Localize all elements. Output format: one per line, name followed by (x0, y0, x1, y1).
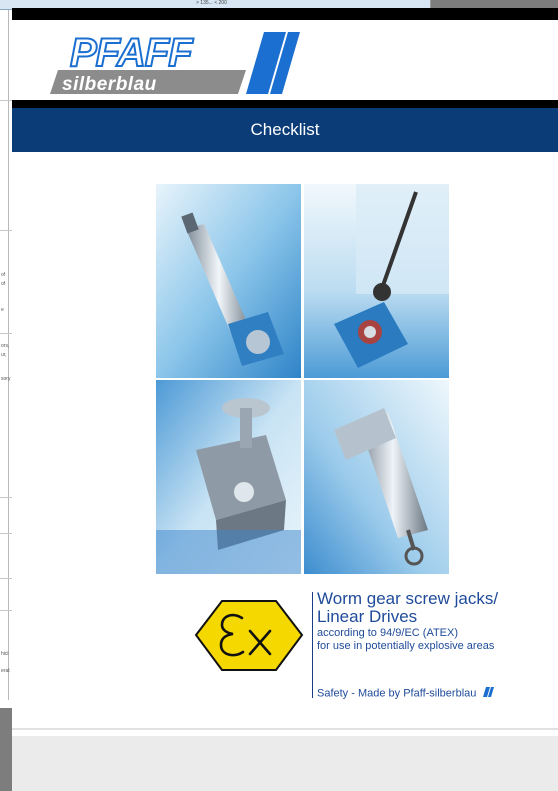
tagline-row: Safety - Made by Pfaff-silberblau (317, 687, 495, 700)
product-standard: according to 94/9/EC (ATEX) (317, 627, 459, 639)
photo-gearbox-flange (156, 380, 301, 574)
brochure-page: PFAFF silberblau Checklist Worm gear scr… (12, 8, 558, 791)
background-header-text: > 135... < 200 (196, 0, 227, 6)
title-band: Checklist (12, 108, 558, 152)
background-fragment: of (1, 281, 6, 287)
atex-ex-icon (194, 598, 304, 673)
background-fragment: ors, (1, 343, 10, 349)
photo-linear-drive (304, 380, 449, 574)
brand-mark-icon (482, 687, 495, 700)
background-fragment: sory (1, 376, 11, 382)
photo-jack-vertical (304, 184, 449, 378)
photo-grid (156, 184, 449, 574)
product-description: Worm gear screw jacks/ Linear Drives acc… (312, 590, 552, 710)
photo-jack-tilted (156, 184, 301, 378)
background-fragment: of (1, 272, 6, 278)
background-divider (8, 10, 9, 700)
page-title: Checklist (250, 120, 320, 139)
logo-subtitle: silberblau (62, 74, 157, 95)
footer-band (12, 736, 558, 791)
product-title-line2: Linear Drives (317, 607, 418, 626)
product-usage: for use in potentially explosive areas (317, 640, 495, 652)
black-stripe (12, 100, 558, 108)
description-rule (312, 592, 313, 698)
footer-rule (12, 728, 558, 730)
logo-wordmark: PFAFF (70, 31, 194, 75)
background-fragment: hicl (1, 651, 9, 657)
tagline-text: Safety - Made by Pfaff-silberblau (317, 687, 477, 700)
top-black-band (12, 8, 558, 20)
background-fragment: e (1, 307, 4, 313)
product-title-line1: Worm gear screw jacks/ (317, 589, 499, 608)
background-fragment: erat (1, 668, 10, 674)
background-fragment: ur, (1, 352, 7, 358)
